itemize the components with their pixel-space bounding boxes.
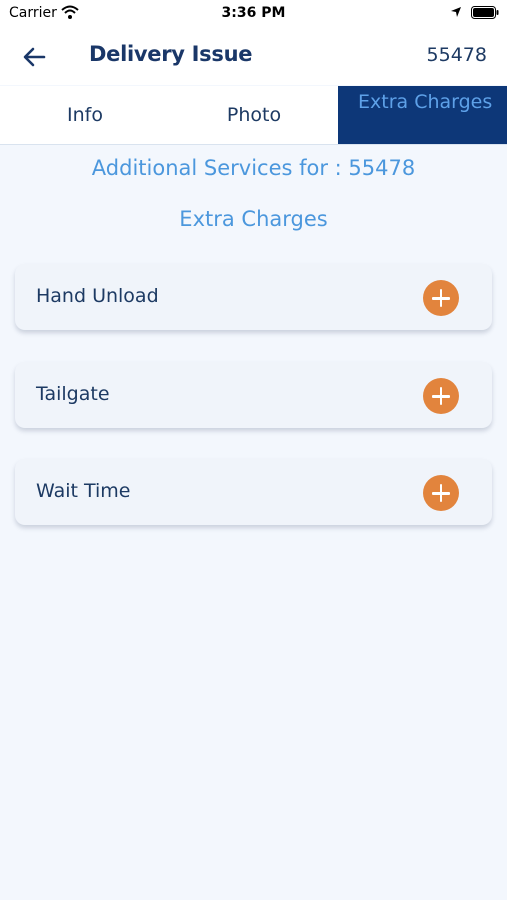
add-button[interactable] [423,475,459,511]
tab-extra-charges[interactable]: Extra Charges [338,86,507,144]
location-arrow-icon [451,7,461,17]
status-time: 3:36 PM [221,5,286,21]
service-card-tailgate: Tailgate [15,362,492,428]
service-label: Tailgate [36,383,110,405]
service-label: Wait Time [36,480,131,502]
back-arrow-icon [23,47,46,67]
service-card-hand-unload: Hand Unload [15,264,492,330]
service-card-wait-time: Wait Time [15,459,492,525]
service-label: Hand Unload [36,285,159,307]
tab-photo[interactable]: Photo [170,86,338,144]
section-subtitle: Extra Charges [179,207,328,231]
battery-icon [471,6,499,19]
tab-info[interactable]: Info [0,86,170,144]
nav-bar: Delivery Issue 55478 [0,28,507,85]
order-number: 55478 [426,44,487,66]
add-button[interactable] [423,280,459,316]
section-title: Additional Services for : 55478 [91,156,416,180]
status-bar: Carrier 3:36 PM [0,0,507,28]
back-button[interactable] [20,42,50,72]
tab-bar: Info Photo Extra Charges [0,86,507,145]
add-button[interactable] [423,378,459,414]
page-title: Delivery Issue [89,42,253,66]
